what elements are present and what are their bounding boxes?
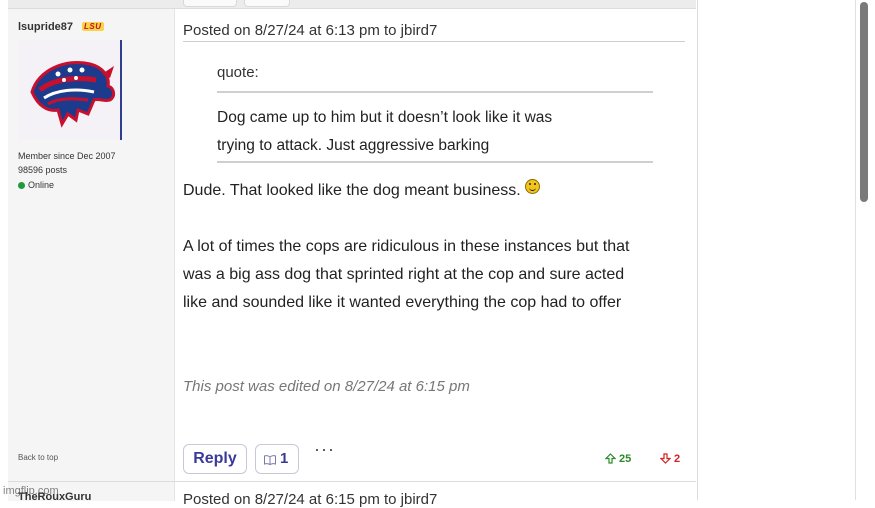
quote-count: 1 xyxy=(280,450,289,467)
post-body-line: like and sounded like it wanted everythi… xyxy=(183,294,622,311)
online-status: Online xyxy=(18,180,54,190)
back-to-top-link[interactable]: Back to top xyxy=(18,453,58,462)
quote-label: quote: xyxy=(217,64,259,81)
team-badge-icon: LSU xyxy=(82,22,104,31)
post-actions: Reply 1 ··· 25 2 xyxy=(175,439,696,481)
edited-note: This post was edited on 8/27/24 at 6:15 … xyxy=(183,378,470,395)
post-header: Posted on 8/27/24 at 6:13 pm to jbird7 xyxy=(183,22,685,42)
author-username[interactable]: lsupride87 xyxy=(18,21,73,33)
post-content: Posted on 8/27/24 at 6:13 pm to jbird7 q… xyxy=(175,9,696,481)
thumbs-down-arrow-icon xyxy=(660,453,671,464)
reply-button[interactable]: Reply xyxy=(183,444,247,474)
downvote-count: 2 xyxy=(674,453,681,465)
post-body-line: A lot of times the cops are ridiculous i… xyxy=(183,238,630,255)
quote-line: trying to attack. Just aggressive barkin… xyxy=(217,137,490,154)
forum-post: lsupride87 LSU Member since Dec 2007 985… xyxy=(8,9,696,481)
watermark: imgflip.com xyxy=(3,485,59,497)
scrollbar-thumb[interactable] xyxy=(860,2,868,202)
quote-line: Dog came up to him but it doesn’t look l… xyxy=(217,109,553,126)
post-body-paragraph: A lot of times the cops are ridiculous i… xyxy=(183,233,688,317)
open-book-icon xyxy=(264,455,276,465)
thumbs-up-arrow-icon xyxy=(605,453,616,464)
more-options-icon[interactable]: ··· xyxy=(314,439,335,460)
upvote-count: 25 xyxy=(619,453,632,465)
previous-reply-button-edge[interactable] xyxy=(183,0,237,7)
member-since: Member since Dec 2007 xyxy=(18,151,116,161)
laughing-smiley-icon xyxy=(524,179,540,194)
next-forum-post: TheRouxGuru Posted on 8/27/24 at 6:15 pm… xyxy=(8,481,696,508)
post-body-line: was a big ass dog that sprinted right at… xyxy=(183,266,625,283)
author-sidebar: lsupride87 LSU Member since Dec 2007 985… xyxy=(8,9,175,481)
avatar[interactable] xyxy=(18,40,122,140)
bills-logo-avatar-icon xyxy=(18,40,120,140)
online-status-label: Online xyxy=(28,180,55,190)
upvote-button[interactable]: 25 xyxy=(605,453,631,465)
previous-post-footer-strip xyxy=(8,0,696,9)
downvote-button[interactable]: 2 xyxy=(660,453,680,465)
post-body-line: Dude. That looked like the dog meant bus… xyxy=(183,182,521,199)
post-count: 98596 posts xyxy=(18,165,68,175)
quote-text: Dog came up to him but it doesn’t look l… xyxy=(217,104,653,160)
quote-divider-top xyxy=(217,91,653,93)
quote-divider-bottom xyxy=(217,161,653,163)
online-status-dot-icon xyxy=(18,182,25,189)
post-body-first-line: Dude. That looked like the dog meant bus… xyxy=(183,177,688,205)
previous-quote-button-edge[interactable] xyxy=(244,0,290,7)
quote-count-button[interactable]: 1 xyxy=(255,444,299,474)
